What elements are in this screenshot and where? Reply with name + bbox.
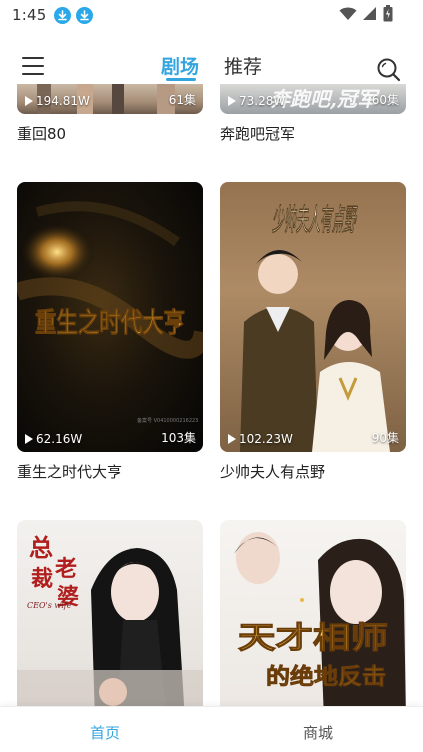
top-header: 剧场 推荐 <box>0 38 423 84</box>
poster-text: 天才相师 <box>238 621 388 656</box>
drama-card[interactable]: 重生之时代大亨 备案号 V0410000216223 62.16W 103集 重… <box>17 182 203 482</box>
play-icon <box>25 434 33 444</box>
drama-card[interactable]: 总 裁 老 婆 CEO's wife <box>17 520 203 706</box>
drama-card[interactable]: 194.81W 61集 重回80 <box>17 84 203 144</box>
tab-recommend[interactable]: 推荐 <box>224 52 262 79</box>
drama-grid: 194.81W 61集 重回80 奔跑吧,冠军 73.28W 60集 奔跑吧冠军 <box>0 84 423 706</box>
menu-icon[interactable] <box>22 56 46 78</box>
tab-active-indicator <box>166 78 196 81</box>
drama-title: 重回80 <box>17 125 67 143</box>
drama-card[interactable]: 奔跑吧,冠军 73.28W 60集 奔跑吧冠军 <box>220 84 406 144</box>
drama-poster: 总 裁 老 婆 CEO's wife <box>17 520 203 706</box>
play-icon <box>228 434 236 444</box>
poster-text: 奔跑吧,冠军 <box>270 87 380 111</box>
play-count: 62.16W <box>25 432 82 446</box>
signal-icon <box>363 7 376 20</box>
tab-theater[interactable]: 剧场 <box>161 52 199 79</box>
play-count-value: 102.23W <box>239 432 293 446</box>
status-time: 1:45 <box>12 6 47 24</box>
download-icon <box>54 6 72 24</box>
poster-text: 老 <box>54 556 77 582</box>
nav-mall[interactable]: 商城 <box>303 722 333 743</box>
play-count: 102.23W <box>228 432 293 446</box>
play-count-value: 73.28W <box>239 94 286 108</box>
drama-poster: 奔跑吧,冠军 73.28W 60集 <box>220 84 406 114</box>
poster-image: 总 裁 老 婆 CEO's wife <box>17 533 203 706</box>
wifi-icon <box>339 7 357 20</box>
episode-count: 103集 <box>161 431 196 445</box>
poster-subtext: 的绝地反击 <box>266 664 386 690</box>
nav-home[interactable]: 首页 <box>90 722 120 743</box>
drama-title: 重生之时代大亨 <box>17 463 123 481</box>
play-count-value: 194.81W <box>36 94 90 108</box>
drama-poster: 少帅夫人有点野 102.23W 90集 <box>220 182 406 452</box>
status-icons <box>339 5 393 22</box>
bottom-navigation: 首页 商城 <box>0 706 423 752</box>
drama-title: 奔跑吧冠军 <box>220 125 296 143</box>
play-icon <box>228 96 236 106</box>
play-icon <box>25 96 33 106</box>
search-icon[interactable] <box>376 57 402 83</box>
drama-poster: 重生之时代大亨 备案号 V0410000216223 62.16W 103集 <box>17 182 203 452</box>
play-count: 194.81W <box>25 94 90 108</box>
poster-text: 裁 <box>31 566 53 592</box>
poster-image: 少帅夫人有点野 <box>220 182 406 452</box>
drama-poster: 天才相师 的绝地反击 <box>220 520 406 706</box>
status-bar: 1:45 <box>0 0 423 30</box>
battery-icon <box>383 5 393 22</box>
episode-count: 60集 <box>371 93 399 107</box>
poster-image: 重生之时代大亨 备案号 V0410000216223 <box>17 201 203 424</box>
download-icon <box>76 6 94 24</box>
drama-card[interactable]: 天才相师 的绝地反击 <box>220 520 406 706</box>
episode-count: 61集 <box>168 93 196 107</box>
poster-text: 少帅夫人有点野 <box>272 203 358 238</box>
drama-card[interactable]: 少帅夫人有点野 102.23W 90集 少帅夫人有点野 <box>220 182 406 482</box>
play-count-value: 62.16W <box>36 432 83 446</box>
poster-text: 总 <box>29 533 53 562</box>
drama-title: 少帅夫人有点野 <box>220 463 326 481</box>
poster-image: 天才相师 的绝地反击 <box>234 532 406 706</box>
play-count: 73.28W <box>228 94 285 108</box>
drama-poster: 194.81W 61集 <box>17 84 203 114</box>
poster-subtext: CEO's wife <box>27 601 72 610</box>
svg-text:备案号 V0410000216223: 备案号 V0410000216223 <box>137 417 198 424</box>
episode-count: 90集 <box>371 431 399 445</box>
poster-text: 重生之时代大亨 <box>35 307 185 339</box>
